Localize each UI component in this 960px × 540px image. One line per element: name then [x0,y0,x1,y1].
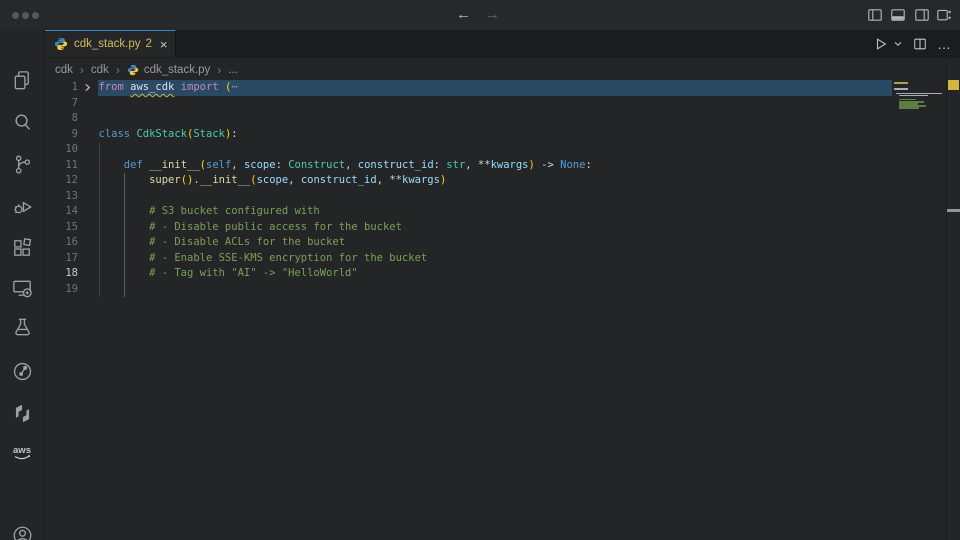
testing-icon[interactable] [0,307,44,347]
tab-close-icon[interactable]: × [160,37,168,52]
line-number: 19 [44,282,78,298]
terraform-icon[interactable] [0,393,44,433]
svg-text:aws: aws [13,445,31,456]
line-number: 7 [44,96,78,112]
nav-back-icon[interactable]: ← [456,4,471,26]
line-number: 18 [44,266,78,282]
line-number: 15 [44,220,78,236]
minimap[interactable] [892,80,945,510]
customize-layout-icon[interactable] [936,7,952,23]
nav-forward-icon[interactable]: → [485,4,500,26]
code-line[interactable]: super().__init__(scope, construct_id, **… [99,173,447,189]
overview-warning-marker [948,80,959,90]
window-control-dot[interactable] [32,12,39,19]
line-number: 17 [44,251,78,267]
breadcrumb-separator: › [116,63,120,77]
fold-expand-icon[interactable] [83,80,95,96]
minimap-line [899,107,919,109]
line-number: 9 [44,127,78,143]
code-line[interactable]: # S3 bucket configured with [99,204,320,220]
breadcrumb-separator: › [80,63,84,77]
tab-filename: cdk_stack.py [74,38,140,50]
account-icon[interactable] [0,515,44,540]
toggle-panel-icon[interactable] [890,7,906,23]
minimap-line [894,88,908,90]
editor-actions: … [874,30,952,58]
window-control-dot[interactable] [12,12,19,19]
code-line[interactable]: # - Disable public access for the bucket [99,220,402,236]
line-number: 12 [44,173,78,189]
line-number: 16 [44,235,78,251]
python-icon [54,37,68,51]
source-control-icon[interactable] [0,144,44,184]
python-icon [127,64,139,76]
search-icon[interactable] [0,102,44,142]
tab-problems-badge: 2 [145,38,151,50]
vscode-window: ← → [0,0,960,540]
extensions-icon[interactable] [0,227,44,267]
breadcrumb-separator: › [217,63,221,77]
code-line[interactable]: # - Disable ACLs for the bucket [99,235,346,251]
breadcrumb-item[interactable]: cdk [55,64,73,76]
code-line[interactable]: # - Tag with "AI" -> "HelloWorld" [99,266,358,282]
toggle-primary-sidebar-icon[interactable] [867,7,883,23]
remote-explorer-icon[interactable] [0,268,44,308]
toggle-secondary-sidebar-icon[interactable] [914,7,930,23]
line-number: 1 [44,80,78,96]
split-editor-icon[interactable] [913,37,927,51]
line-number: 11 [44,158,78,174]
indent-guide [99,142,100,297]
aws-icon[interactable]: aws [0,433,44,473]
line-number: 14 [44,204,78,220]
indent-guide-active [124,173,125,297]
run-dropdown-chevron-icon[interactable] [893,39,903,49]
activity-bar: aws [0,30,45,540]
titlebar: ← → [0,0,960,30]
code-line[interactable]: from aws_cdk import (⋯ [99,80,238,96]
line-number: 13 [44,189,78,205]
more-actions-icon[interactable]: … [937,39,952,49]
breadcrumb-item[interactable]: cdk_stack.py [127,64,210,76]
run-python-file-icon[interactable] [874,37,888,51]
code-line[interactable]: class CdkStack(Stack): [99,127,238,143]
breadcrumb: cdk › cdk › cdk_stack.py ›... [55,60,238,80]
line-number: 10 [44,142,78,158]
tab-bar: cdk_stack.py 2 × … [45,30,960,58]
run-and-debug-icon[interactable] [0,186,44,226]
minimap-line [896,93,942,95]
code-line[interactable]: def __init__(self, scope: Construct, con… [99,158,592,174]
tab-cdk-stack-py[interactable]: cdk_stack.py 2 × [45,30,176,57]
breadcrumb-item[interactable]: ... [228,64,238,76]
breadcrumb-item[interactable]: cdk [91,64,109,76]
window-control-dot[interactable] [22,12,29,19]
minimap-line [894,82,908,84]
explorer-icon[interactable] [0,60,44,100]
overview-scroll-marker[interactable] [947,209,960,212]
code-line[interactable]: # - Enable SSE-KMS encryption for the bu… [99,251,428,267]
line-number: 8 [44,111,78,127]
overview-ruler-border [946,58,947,540]
circle-branch-icon[interactable] [0,351,44,391]
minimap-line [899,95,928,97]
